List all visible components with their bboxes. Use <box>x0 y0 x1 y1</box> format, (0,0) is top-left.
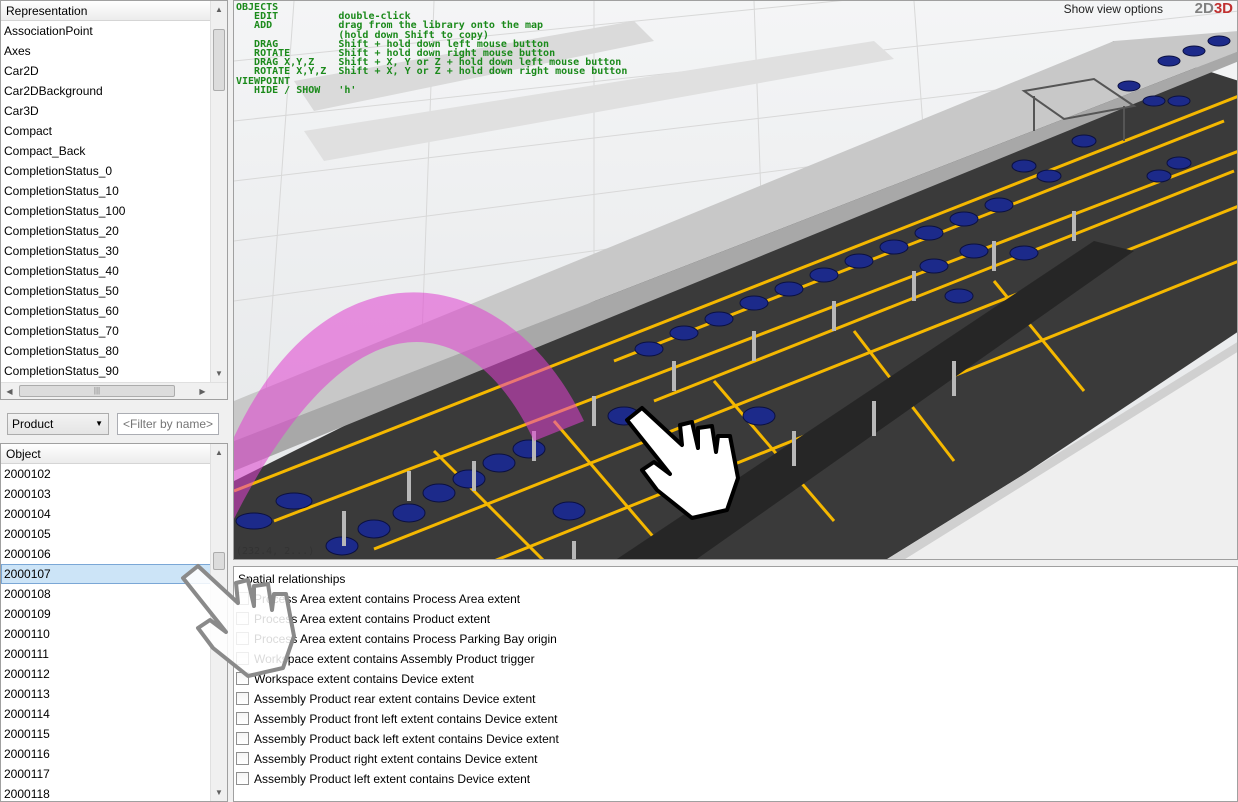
object-list-item[interactable]: 2000105 <box>1 524 227 544</box>
scroll-up-arrow-icon[interactable]: ▲ <box>211 444 227 461</box>
relationship-row[interactable]: Assembly Product left extent contains De… <box>236 769 530 789</box>
mode-3d-button[interactable]: 3D <box>1214 1 1233 17</box>
representation-item[interactable]: CompletionStatus_100 <box>1 201 227 221</box>
relationship-label: Assembly Product rear extent contains De… <box>254 692 536 706</box>
representation-item[interactable]: CompletionStatus_50 <box>1 281 227 301</box>
hand-cursor-icon <box>181 564 296 678</box>
object-list-header[interactable]: Object <box>1 444 227 464</box>
filter-by-name-input[interactable] <box>117 413 219 435</box>
mode-2d-button[interactable]: 2D <box>1195 1 1214 17</box>
representation-vertical-scrollbar[interactable]: ▲ ▼ <box>210 1 227 382</box>
object-list-item[interactable]: 2000102 <box>1 464 227 484</box>
representation-list[interactable]: Representation AssociationPoint Axes Car2D… <box>0 0 228 400</box>
object-list-item[interactable]: 2000104 <box>1 504 227 524</box>
relationship-row[interactable]: Assembly Product back left extent contai… <box>236 729 559 749</box>
representation-item[interactable]: CompletionStatus_90 <box>1 361 227 381</box>
scroll-left-arrow-icon[interactable]: ◀ <box>1 383 18 399</box>
representation-item[interactable]: Car3D <box>1 101 227 121</box>
representation-item[interactable]: CompletionStatus_80 <box>1 341 227 361</box>
representation-item[interactable]: CompletionStatus_20 <box>1 221 227 241</box>
keyboard-help-overlay: OBJECTS EDIT double-click ADD drag from … <box>236 2 628 96</box>
view-mode-toggle[interactable]: 2D3D <box>1195 1 1233 17</box>
representation-item[interactable]: CompletionStatus_10 <box>1 181 227 201</box>
show-view-options-link[interactable]: Show view options <box>1064 2 1163 16</box>
relationship-label: Assembly Product front left extent conta… <box>254 712 558 726</box>
cursor-coordinates: (232.4, 2...) <box>236 546 315 557</box>
object-list-item[interactable]: 2000114 <box>1 704 227 724</box>
object-list-item[interactable]: 2000113 <box>1 684 227 704</box>
representation-item[interactable]: AssociationPoint <box>1 21 227 41</box>
representation-item[interactable]: Compact_Back <box>1 141 227 161</box>
object-list-item[interactable]: 2000117 <box>1 764 227 784</box>
representation-item[interactable]: CompletionStatus_30 <box>1 241 227 261</box>
help-line: HIDE / SHOW 'h' <box>236 84 357 96</box>
relationship-row[interactable]: Assembly Product rear extent contains De… <box>236 689 535 709</box>
object-list-item[interactable]: 2000118 <box>1 784 227 801</box>
relationship-row[interactable]: Assembly Product right extent contains D… <box>236 749 537 769</box>
object-list-item[interactable]: 2000116 <box>1 744 227 764</box>
representation-list-header[interactable]: Representation <box>1 1 227 21</box>
horizontal-scrollbar-thumb[interactable]: ||| <box>19 385 175 397</box>
representation-item[interactable]: Car2DBackground <box>1 81 227 101</box>
representation-item[interactable]: CompletionStatus_40 <box>1 261 227 281</box>
relationship-checkbox[interactable] <box>236 752 249 765</box>
relationship-row[interactable]: Assembly Product front left extent conta… <box>236 709 557 729</box>
scroll-right-arrow-icon[interactable]: ▶ <box>194 383 211 399</box>
representation-items: AssociationPoint Axes Car2D Car2DBackground… <box>1 21 227 381</box>
relationship-label: Assembly Product back left extent contai… <box>254 732 559 746</box>
help-line: ROTATE X,Y,Z Shift + X, Y or Z + hold do… <box>236 66 628 78</box>
relationship-label: Assembly Product right extent contains D… <box>254 752 538 766</box>
representation-item[interactable]: Car2D <box>1 61 227 81</box>
scroll-up-arrow-icon[interactable]: ▲ <box>211 1 227 18</box>
relationship-checkbox[interactable] <box>236 692 249 705</box>
spatial-relationships-panel[interactable]: Spatial relationships Process Area exten… <box>233 566 1238 802</box>
representation-item[interactable]: Axes <box>1 41 227 61</box>
object-type-select[interactable]: Product ▼ <box>7 413 109 435</box>
hand-cursor-icon <box>625 406 740 520</box>
relationship-label: Assembly Product left extent contains De… <box>254 772 531 786</box>
relationship-checkbox[interactable] <box>236 772 249 785</box>
object-list-item[interactable]: 2000115 <box>1 724 227 744</box>
relationship-checkbox[interactable] <box>236 712 249 725</box>
representation-item[interactable]: CompletionStatus_0 <box>1 161 227 181</box>
object-list-item[interactable]: 2000103 <box>1 484 227 504</box>
representation-item[interactable]: CompletionStatus_60 <box>1 301 227 321</box>
relationship-checkbox[interactable] <box>236 732 249 745</box>
scroll-down-arrow-icon[interactable]: ▼ <box>211 365 227 382</box>
representation-item[interactable]: CompletionStatus_70 <box>1 321 227 341</box>
object-type-value: Product <box>12 417 54 431</box>
representation-item[interactable]: Compact <box>1 121 227 141</box>
scrollbar-thumb[interactable] <box>213 29 225 91</box>
chevron-down-icon: ▼ <box>95 419 103 428</box>
scroll-down-arrow-icon[interactable]: ▼ <box>211 784 227 801</box>
representation-horizontal-scrollbar[interactable]: ◀ ||| ▶ <box>1 382 227 399</box>
